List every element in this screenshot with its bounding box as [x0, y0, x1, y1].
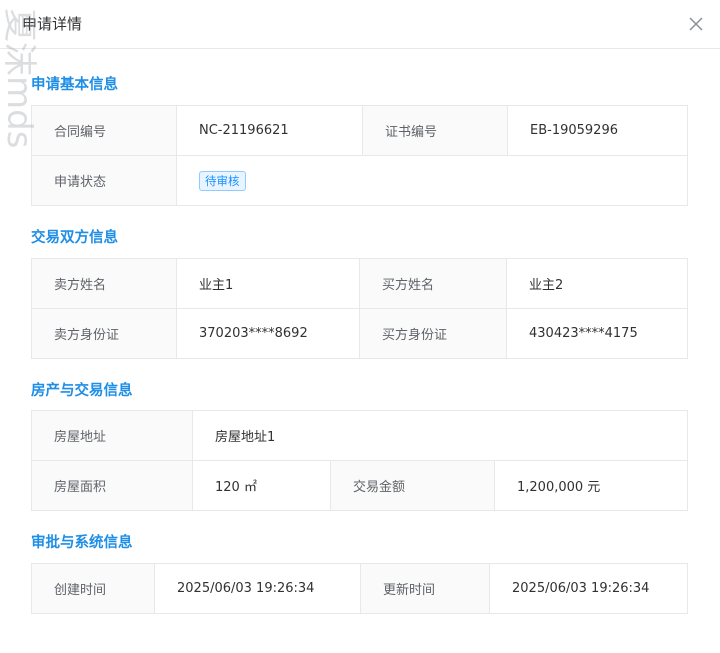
section-title-basic: 申请基本信息 [31, 77, 118, 93]
table-row: 房屋地址 房屋地址1 [31, 410, 688, 461]
buyer-id-value: 430423****4175 [506, 308, 688, 359]
house-area-value: 120 ㎡ [192, 460, 331, 511]
application-status-label: 申请状态 [31, 155, 177, 206]
buyer-id-label: 买方身份证 [359, 308, 507, 359]
status-badge: 待审核 [199, 170, 246, 191]
section-title-parties: 交易双方信息 [31, 230, 118, 246]
seller-id-value: 370203****8692 [176, 308, 360, 359]
transaction-amount-value: 1,200,000 元 [494, 460, 688, 511]
dialog-header: 申请详情 [0, 0, 720, 49]
contract-number-value: NC-21196621 [176, 105, 363, 156]
dialog-title: 申请详情 [22, 15, 83, 33]
created-time-label: 创建时间 [31, 563, 155, 614]
house-address-value: 房屋地址1 [192, 410, 688, 461]
parties-info-table: 卖方姓名 业主1 买方姓名 业主2 卖方身份证 370203****8692 买… [31, 258, 688, 359]
section-title-property: 房产与交易信息 [31, 383, 133, 399]
close-icon[interactable] [688, 16, 704, 32]
house-area-label: 房屋面积 [31, 460, 193, 511]
updated-time-value: 2025/06/03 19:26:34 [489, 563, 688, 614]
application-detail-dialog: 申请详情 申请基本信息 合同编号 NC-21196621 证书编号 EB-190… [0, 0, 720, 653]
table-row: 申请状态 待审核 [31, 155, 688, 206]
system-info-table: 创建时间 2025/06/03 19:26:34 更新时间 2025/06/03… [31, 563, 688, 614]
certificate-number-label: 证书编号 [362, 105, 508, 156]
certificate-number-value: EB-19059296 [507, 105, 688, 156]
house-address-label: 房屋地址 [31, 410, 193, 461]
seller-name-label: 卖方姓名 [31, 258, 177, 309]
seller-id-label: 卖方身份证 [31, 308, 177, 359]
buyer-name-label: 买方姓名 [359, 258, 507, 309]
updated-time-label: 更新时间 [360, 563, 490, 614]
table-row: 合同编号 NC-21196621 证书编号 EB-19059296 [31, 105, 688, 156]
buyer-name-value: 业主2 [506, 258, 688, 309]
property-info-table: 房屋地址 房屋地址1 房屋面积 120 ㎡ 交易金额 1,200,000 元 [31, 410, 688, 511]
basic-info-table: 合同编号 NC-21196621 证书编号 EB-19059296 申请状态 待… [31, 105, 688, 206]
created-time-value: 2025/06/03 19:26:34 [154, 563, 361, 614]
table-row: 创建时间 2025/06/03 19:26:34 更新时间 2025/06/03… [31, 563, 688, 614]
table-row: 房屋面积 120 ㎡ 交易金额 1,200,000 元 [31, 460, 688, 511]
transaction-amount-label: 交易金额 [330, 460, 495, 511]
section-title-system: 审批与系统信息 [31, 535, 133, 551]
application-status-cell: 待审核 [176, 155, 688, 206]
table-row: 卖方姓名 业主1 买方姓名 业主2 [31, 258, 688, 309]
table-row: 卖方身份证 370203****8692 买方身份证 430423****417… [31, 308, 688, 359]
seller-name-value: 业主1 [176, 258, 360, 309]
contract-number-label: 合同编号 [31, 105, 177, 156]
